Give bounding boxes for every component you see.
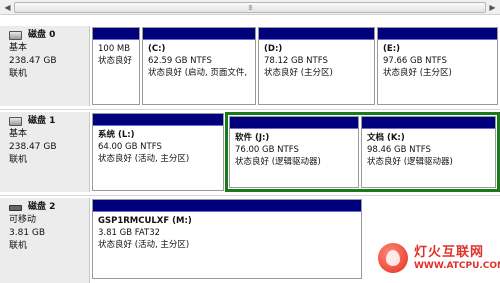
partition-l[interactable]: 系统 (L:) 64.00 GB NTFS 状态良好 (活动, 主分区) <box>92 113 224 191</box>
row-separator <box>0 195 500 196</box>
partition-bar <box>362 117 495 129</box>
partition-size: 76.00 GB NTFS <box>235 145 299 155</box>
disk-type: 可移动 <box>9 215 37 225</box>
disk-type: 基本 <box>9 43 28 53</box>
partition-bar <box>378 28 497 40</box>
watermark-url: WWW.ATCPU.COM <box>414 261 500 271</box>
watermark-site-name: 灯火互联网 <box>414 245 485 260</box>
partition-name: 系统 (L:) <box>98 130 135 140</box>
partition-size: 97.66 GB NTFS <box>383 56 447 66</box>
disk-row-0: 磁盘 0 基本 238.47 GB 联机 100 MB 状态良好 (C:) 62… <box>0 26 500 106</box>
hard-disk-icon <box>9 117 22 126</box>
partition-name: 软件 (J:) <box>235 133 270 143</box>
partition-status: 状态良好 (启动, 页面文件, <box>148 68 248 78</box>
disk-title: 磁盘 2 <box>28 202 56 212</box>
scrollbar-thumb[interactable]: ⁞⁞⁞ <box>14 2 486 13</box>
disk-size: 238.47 GB <box>9 142 57 152</box>
partition-c[interactable]: (C:) 62.59 GB NTFS 状态良好 (启动, 页面文件, <box>142 27 256 105</box>
disk-status: 联机 <box>9 69 28 79</box>
disk-type: 基本 <box>9 129 28 139</box>
partition-bar <box>93 114 223 126</box>
partition-size: 98.46 GB NTFS <box>367 145 431 155</box>
partition-size: 78.12 GB NTFS <box>264 56 328 66</box>
partition-name: (E:) <box>383 44 400 54</box>
scroll-right-arrow-icon[interactable]: ▶ <box>487 2 498 13</box>
partition-j[interactable]: 软件 (J:) 76.00 GB NTFS 状态良好 (逻辑驱动器) <box>229 116 359 188</box>
site-watermark: 灯火互联网 WWW.ATCPU.COM <box>378 235 500 281</box>
disk-size: 238.47 GB <box>9 56 57 66</box>
horizontal-scrollbar[interactable]: ◀ ⁞⁞⁞ ▶ <box>0 0 500 15</box>
partition-bar <box>230 117 358 129</box>
partition-m[interactable]: GSP1RMCULXF (M:) 3.81 GB FAT32 状态良好 (活动,… <box>92 199 362 279</box>
disk-1-label[interactable]: 磁盘 1 基本 238.47 GB 联机 <box>0 112 90 192</box>
hard-disk-icon <box>9 31 22 40</box>
partition-size: 3.81 GB FAT32 <box>98 228 161 238</box>
scroll-left-arrow-icon[interactable]: ◀ <box>2 2 13 13</box>
partition-name: GSP1RMCULXF (M:) <box>98 216 192 226</box>
partition-e[interactable]: (E:) 97.66 GB NTFS 状态良好 (主分区) <box>377 27 498 105</box>
disk-title: 磁盘 0 <box>28 30 56 40</box>
partition-status: 状态良好 (逻辑驱动器) <box>235 157 321 167</box>
partition-bar <box>93 28 139 40</box>
partition-bar <box>259 28 374 40</box>
partition-status: 状态良好 (主分区) <box>264 68 333 78</box>
disk-0-label[interactable]: 磁盘 0 基本 238.47 GB 联机 <box>0 26 90 106</box>
disk-status: 联机 <box>9 155 28 165</box>
partition-status: 状态良好 (活动, 主分区) <box>98 240 190 250</box>
disk-status: 联机 <box>9 241 28 251</box>
partition-name: (C:) <box>148 44 166 54</box>
partition-d[interactable]: (D:) 78.12 GB NTFS 状态良好 (主分区) <box>258 27 375 105</box>
partition-status: 状态良好 (活动, 主分区) <box>98 154 190 164</box>
partition-k[interactable]: 文档 (K:) 98.46 GB NTFS 状态良好 (逻辑驱动器) <box>361 116 496 188</box>
flame-logo-icon <box>378 243 408 273</box>
partition-bar <box>143 28 255 40</box>
partition-system-reserved[interactable]: 100 MB 状态良好 <box>92 27 140 105</box>
disk-row-1: 磁盘 1 基本 238.47 GB 联机 系统 (L:) 64.00 GB NT… <box>0 112 500 192</box>
disk-2-label[interactable]: 磁盘 2 可移动 3.81 GB 联机 <box>0 198 90 283</box>
partition-name: 文档 (K:) <box>367 133 405 143</box>
partition-status: 状态良好 (逻辑驱动器) <box>367 157 453 167</box>
partition-bar <box>93 200 361 212</box>
partition-status: 状态良好 <box>98 56 133 66</box>
partition-size: 62.59 GB NTFS <box>148 56 212 66</box>
partition-size: 100 MB <box>98 44 131 54</box>
removable-disk-icon <box>9 204 22 211</box>
scrollbar-grip-icon: ⁞⁞⁞ <box>248 4 253 12</box>
partition-name: (D:) <box>264 44 283 54</box>
disk-size: 3.81 GB <box>9 228 46 238</box>
partition-status: 状态良好 (主分区) <box>383 68 452 78</box>
row-separator <box>0 109 500 110</box>
disk-title: 磁盘 1 <box>28 116 56 126</box>
partition-size: 64.00 GB NTFS <box>98 142 162 152</box>
